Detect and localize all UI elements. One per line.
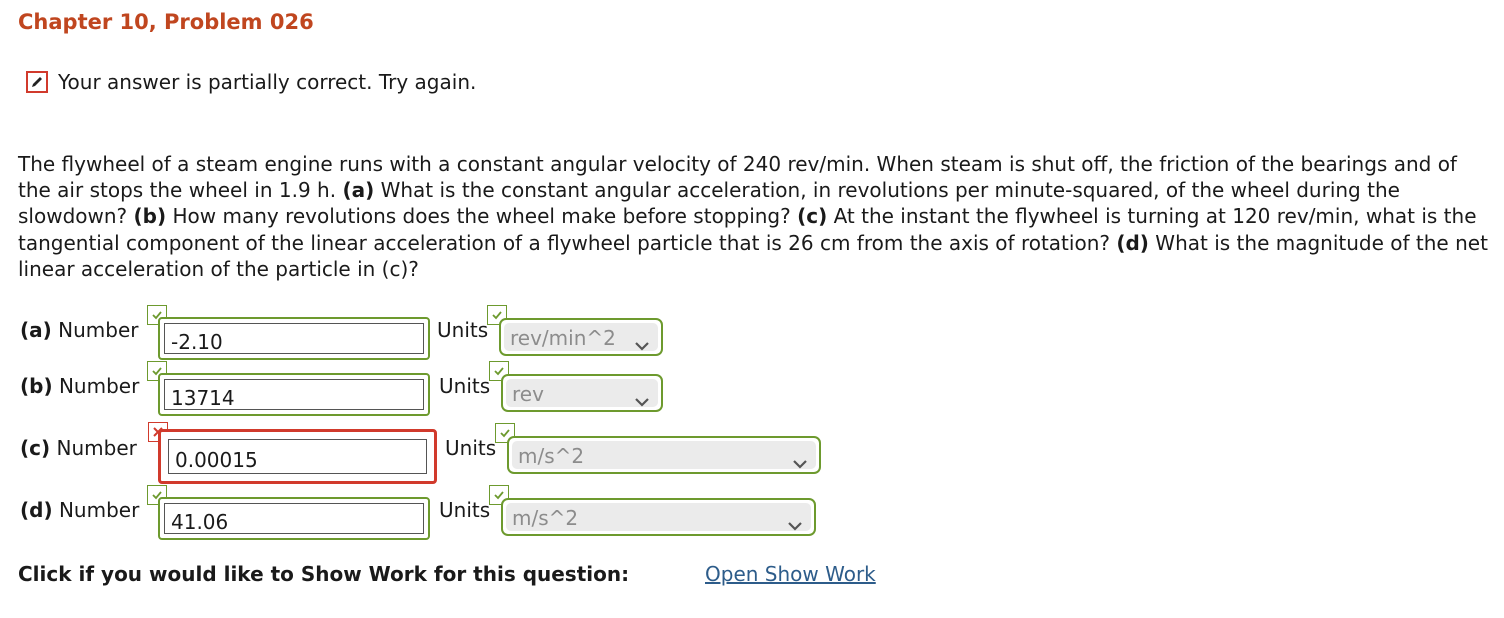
- part-d-number-label: (d) Number: [20, 498, 140, 522]
- part-a-units-select[interactable]: rev/min^2: [499, 318, 663, 356]
- open-show-work-link[interactable]: Open Show Work: [705, 562, 876, 586]
- problem-statement: The flywheel of a steam engine runs with…: [18, 151, 1494, 282]
- part-c-units-label: Units: [445, 436, 497, 460]
- part-a-units-label: Units: [437, 318, 489, 342]
- pencil-icon: [26, 71, 48, 93]
- part-b-tag: (b): [133, 204, 167, 229]
- part-b-number-input[interactable]: 13714: [158, 373, 430, 416]
- answer-status: Your answer is partially correct. Try ag…: [26, 70, 476, 94]
- chevron-down-icon: [634, 388, 650, 412]
- part-a-number-label: (a) Number: [20, 318, 139, 342]
- show-work-prompt: Click if you would like to Show Work for…: [18, 562, 630, 586]
- part-b-units-label: Units: [439, 374, 491, 398]
- part-b-units-select[interactable]: rev: [501, 374, 663, 412]
- part-a-number-input[interactable]: -2.10: [158, 317, 430, 360]
- part-d-tag: (d): [1116, 230, 1149, 255]
- part-d-number-input[interactable]: 41.06: [158, 497, 430, 540]
- problem-text-3: How many revolutions does the wheel make…: [166, 204, 798, 229]
- chevron-down-icon: [787, 512, 803, 536]
- part-c-tag: (c): [797, 204, 828, 229]
- chevron-down-icon: [792, 450, 808, 474]
- part-d-units-label: Units: [439, 498, 491, 522]
- part-b-number-label: (b) Number: [20, 374, 140, 398]
- part-c-number-label: (c) Number: [20, 436, 137, 460]
- answer-row-d: (d) Number 41.06 Units m/s^2: [0, 0, 1504, 540]
- part-a-tag: (a): [342, 178, 375, 203]
- chevron-down-icon: [634, 332, 650, 356]
- part-d-units-select[interactable]: m/s^2: [501, 498, 816, 536]
- status-message: Your answer is partially correct. Try ag…: [58, 70, 477, 94]
- part-c-units-select[interactable]: m/s^2: [507, 436, 821, 474]
- part-c-number-input[interactable]: 0.00015: [158, 429, 437, 484]
